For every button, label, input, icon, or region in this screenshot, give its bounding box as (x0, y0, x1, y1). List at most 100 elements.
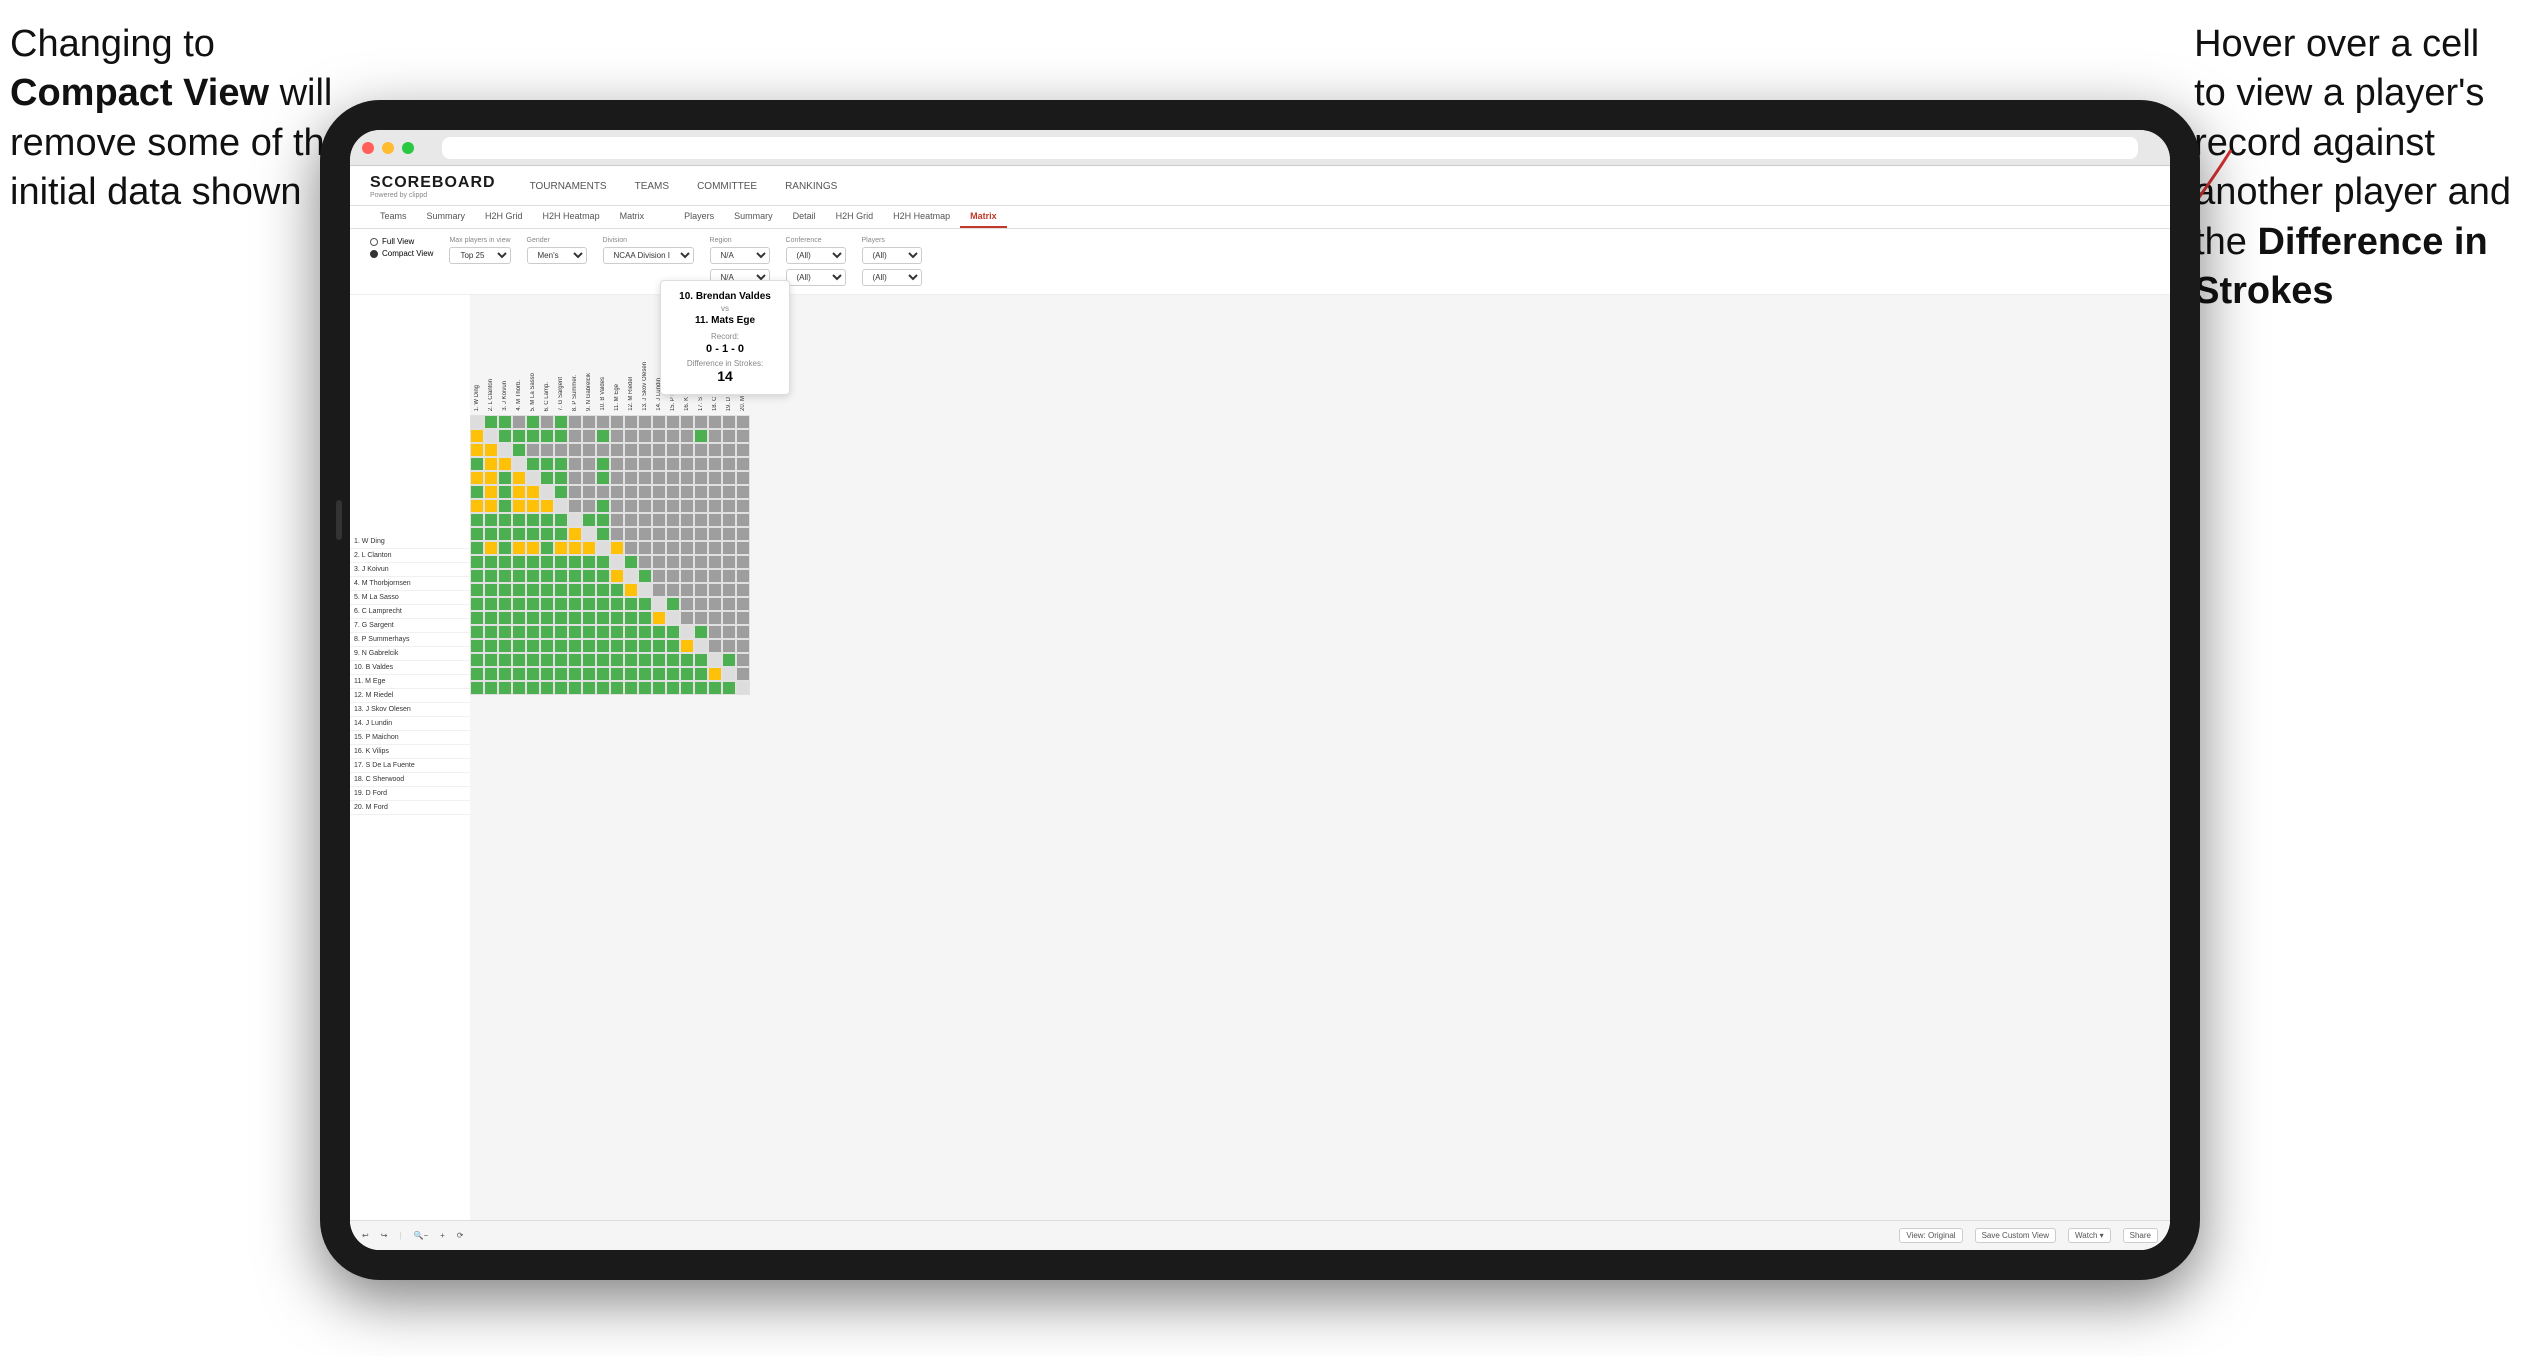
grid-cell[interactable] (638, 667, 652, 681)
tab-matrix[interactable]: Matrix (610, 206, 655, 228)
compact-view-radio[interactable] (370, 250, 378, 258)
grid-cell[interactable] (736, 513, 750, 527)
grid-cell[interactable] (582, 499, 596, 513)
grid-cell[interactable] (568, 583, 582, 597)
grid-cell[interactable] (666, 499, 680, 513)
grid-cell[interactable] (680, 485, 694, 499)
grid-cell[interactable] (596, 653, 610, 667)
grid-cell[interactable] (652, 499, 666, 513)
grid-cell[interactable] (610, 583, 624, 597)
grid-cell[interactable] (526, 485, 540, 499)
tab-h2h-heatmap[interactable]: H2H Heatmap (533, 206, 610, 228)
grid-cell[interactable] (540, 597, 554, 611)
grid-cell[interactable] (638, 555, 652, 569)
nav-rankings[interactable]: RANKINGS (781, 179, 841, 194)
grid-cell[interactable] (680, 443, 694, 457)
grid-cell[interactable] (708, 485, 722, 499)
grid-cell[interactable] (582, 667, 596, 681)
grid-cell[interactable] (666, 429, 680, 443)
grid-cell[interactable] (652, 457, 666, 471)
grid-cell[interactable] (736, 541, 750, 555)
grid-cell[interactable] (722, 541, 736, 555)
grid-cell[interactable] (526, 555, 540, 569)
grid-cell[interactable] (512, 457, 526, 471)
grid-cell[interactable] (582, 457, 596, 471)
grid-cell[interactable] (736, 527, 750, 541)
grid-cell[interactable] (610, 555, 624, 569)
grid-cell[interactable] (694, 457, 708, 471)
grid-cell[interactable] (624, 471, 638, 485)
grid-cell[interactable] (694, 527, 708, 541)
tab-players[interactable]: Players (674, 206, 724, 228)
grid-cell[interactable] (680, 681, 694, 695)
grid-cell[interactable] (708, 429, 722, 443)
grid-cell[interactable] (568, 555, 582, 569)
tab-summary2[interactable]: Summary (724, 206, 783, 228)
grid-cell[interactable] (666, 415, 680, 429)
grid-cell[interactable] (470, 443, 484, 457)
grid-cell[interactable] (498, 513, 512, 527)
full-view-option[interactable]: Full View (370, 237, 433, 246)
grid-cell[interactable] (470, 555, 484, 569)
grid-cell[interactable] (624, 681, 638, 695)
tab-detail[interactable]: Detail (783, 206, 826, 228)
grid-cell[interactable] (582, 569, 596, 583)
grid-cell[interactable] (652, 513, 666, 527)
grid-cell[interactable] (694, 541, 708, 555)
grid-cell[interactable] (498, 443, 512, 457)
grid-cell[interactable] (722, 611, 736, 625)
grid-cell[interactable] (624, 597, 638, 611)
grid-cell[interactable] (652, 443, 666, 457)
grid-cell[interactable] (652, 555, 666, 569)
grid-cell[interactable] (652, 667, 666, 681)
tab-matrix2[interactable]: Matrix (960, 206, 1007, 228)
grid-cell[interactable] (582, 611, 596, 625)
grid-cell[interactable] (708, 681, 722, 695)
grid-cell[interactable] (484, 653, 498, 667)
grid-cell[interactable] (554, 555, 568, 569)
grid-cell[interactable] (540, 443, 554, 457)
zoom-in-icon[interactable]: + (440, 1231, 445, 1240)
grid-cell[interactable] (512, 541, 526, 555)
grid-cell[interactable] (484, 597, 498, 611)
grid-cell[interactable] (694, 681, 708, 695)
grid-cell[interactable] (638, 611, 652, 625)
grid-cell[interactable] (652, 485, 666, 499)
grid-cell[interactable] (540, 471, 554, 485)
grid-cell[interactable] (610, 541, 624, 555)
grid-cell[interactable] (638, 513, 652, 527)
grid-cell[interactable] (722, 597, 736, 611)
grid-cell[interactable] (694, 611, 708, 625)
grid-cell[interactable] (470, 569, 484, 583)
grid-cell[interactable] (568, 443, 582, 457)
grid-cell[interactable] (624, 499, 638, 513)
grid-cell[interactable] (498, 681, 512, 695)
grid-cell[interactable] (526, 471, 540, 485)
grid-cell[interactable] (680, 667, 694, 681)
grid-cell[interactable] (568, 471, 582, 485)
grid-cell[interactable] (736, 555, 750, 569)
grid-cell[interactable] (554, 653, 568, 667)
conference-select[interactable]: (All) (786, 247, 846, 264)
grid-cell[interactable] (722, 415, 736, 429)
grid-cell[interactable] (498, 653, 512, 667)
grid-cell[interactable] (582, 513, 596, 527)
grid-cell[interactable] (470, 639, 484, 653)
grid-cell[interactable] (596, 429, 610, 443)
grid-cell[interactable] (554, 569, 568, 583)
close-button[interactable] (362, 142, 374, 154)
grid-cell[interactable] (610, 527, 624, 541)
grid-cell[interactable] (666, 667, 680, 681)
grid-cell[interactable] (694, 667, 708, 681)
grid-cell[interactable] (610, 569, 624, 583)
grid-cell[interactable] (722, 639, 736, 653)
grid-cell[interactable] (596, 625, 610, 639)
grid-cell[interactable] (498, 639, 512, 653)
grid-cell[interactable] (610, 457, 624, 471)
grid-cell[interactable] (596, 457, 610, 471)
grid-cell[interactable] (470, 471, 484, 485)
grid-cell[interactable] (666, 653, 680, 667)
grid-cell[interactable] (498, 541, 512, 555)
grid-cell[interactable] (484, 513, 498, 527)
grid-cell[interactable] (694, 583, 708, 597)
